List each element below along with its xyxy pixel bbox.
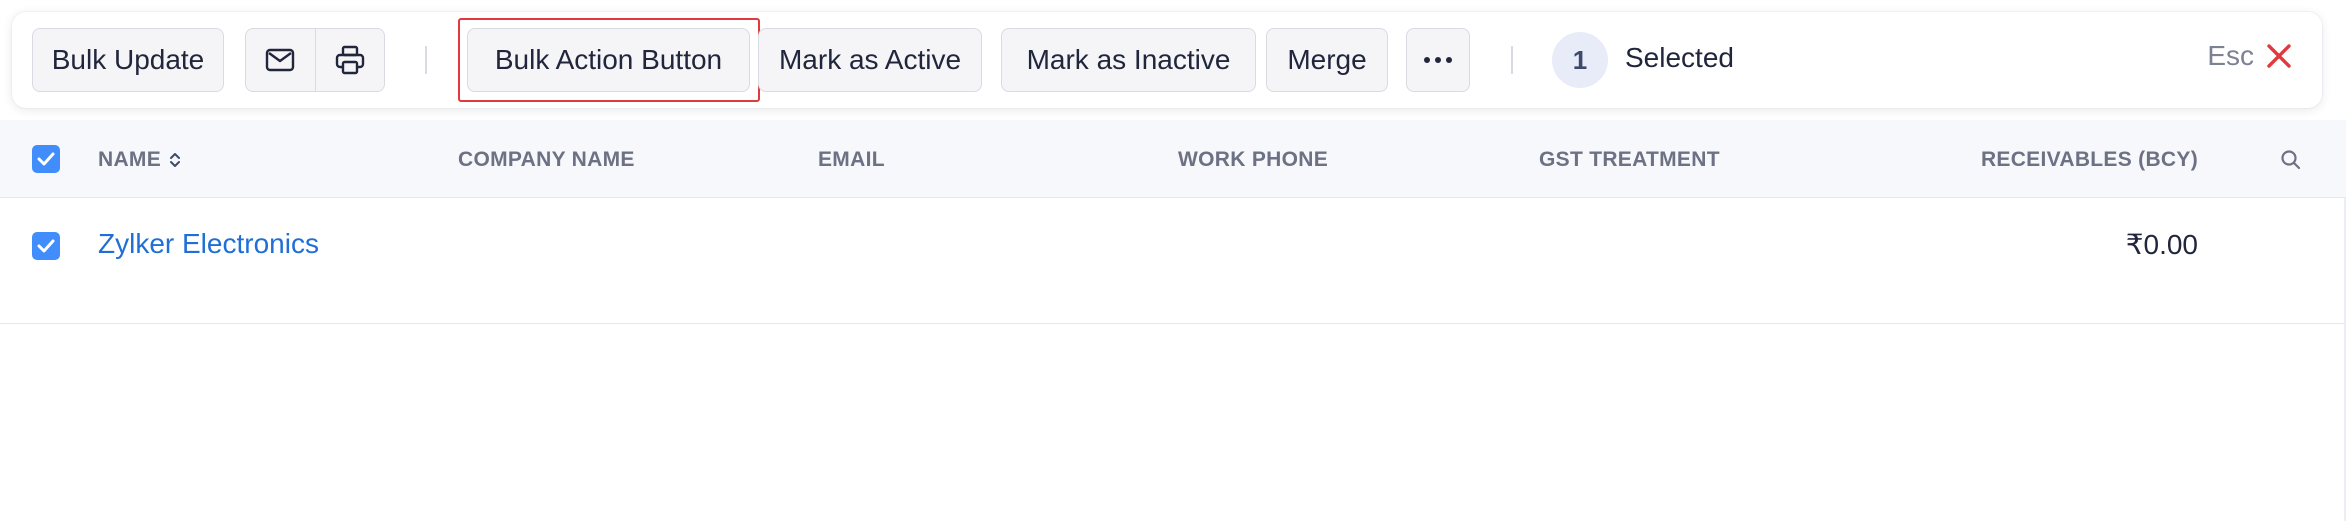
checkmark-icon <box>37 239 55 253</box>
toolbar-divider <box>1511 46 1513 74</box>
esc-label: Esc <box>2207 40 2254 71</box>
close-selection-button[interactable]: Esc <box>2207 40 2292 72</box>
bulk-action-button[interactable]: Bulk Action Button <box>467 28 750 92</box>
merge-button[interactable]: Merge <box>1266 28 1388 92</box>
search-icon[interactable] <box>2280 149 2302 171</box>
column-header-company-name[interactable]: COMPANY NAME <box>458 148 635 172</box>
ellipsis-icon <box>1424 57 1452 63</box>
close-icon <box>2267 44 2291 68</box>
column-header-work-phone[interactable]: WORK PHONE <box>1178 148 1328 172</box>
column-header-email[interactable]: EMAIL <box>818 148 885 172</box>
mark-as-inactive-button[interactable]: Mark as Inactive <box>1001 28 1256 92</box>
checkmark-icon <box>37 152 55 166</box>
print-button[interactable] <box>314 29 385 91</box>
row-checkbox[interactable] <box>32 232 60 260</box>
customer-name-link[interactable]: Zylker Electronics <box>98 228 319 260</box>
selected-label: Selected <box>1625 42 1734 73</box>
column-header-gst-treatment[interactable]: GST TREATMENT <box>1539 148 1720 172</box>
toolbar-divider <box>425 46 427 74</box>
column-header-name-label: NAME <box>98 148 162 171</box>
sort-icon[interactable] <box>169 151 181 169</box>
email-print-button-group <box>245 28 385 92</box>
mark-as-active-button[interactable]: Mark as Active <box>758 28 982 92</box>
bulk-action-toolbar: Bulk Update Bulk Action Button Mark as A… <box>12 12 2322 108</box>
column-header-name[interactable]: NAME <box>98 148 181 172</box>
printer-icon <box>335 45 364 75</box>
selected-count-badge: 1 <box>1552 32 1608 88</box>
select-all-checkbox[interactable] <box>32 145 60 173</box>
table-row[interactable]: Zylker Electronics ₹0.00 <box>0 198 2346 324</box>
mail-icon <box>266 48 295 72</box>
bulk-update-button[interactable]: Bulk Update <box>32 28 224 92</box>
email-button[interactable] <box>246 29 315 91</box>
more-actions-button[interactable] <box>1406 28 1470 92</box>
receivables-value: ₹0.00 <box>2125 229 2198 260</box>
table-header: NAME COMPANY NAME EMAIL WORK PHONE GST T… <box>0 120 2346 198</box>
column-header-receivables[interactable]: RECEIVABLES (BCY) <box>1981 148 2198 172</box>
